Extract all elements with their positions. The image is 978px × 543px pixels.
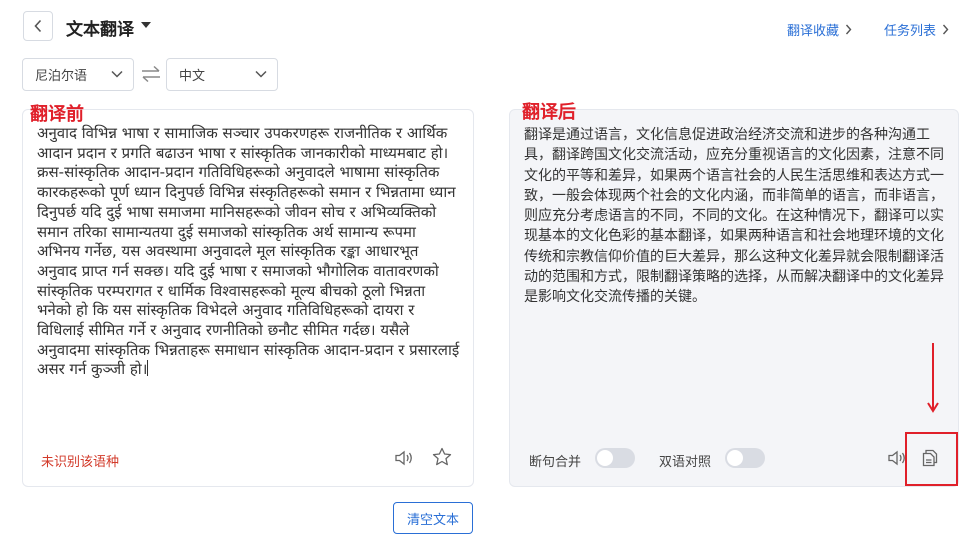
before-translation-annotation: 翻译前: [30, 104, 84, 125]
task-list-link[interactable]: 任务列表: [884, 20, 949, 39]
red-arrow-annotation: [927, 343, 939, 413]
chevron-right-icon: [845, 24, 852, 35]
target-language-select[interactable]: 中文: [166, 58, 278, 91]
favorites-link[interactable]: 翻译收藏: [787, 20, 852, 39]
swap-languages-icon[interactable]: [140, 65, 162, 83]
chevron-right-icon: [942, 24, 949, 35]
favorites-link-label: 翻译收藏: [787, 24, 840, 39]
sentence-merge-toggle[interactable]: [595, 448, 635, 468]
chevron-down-icon: [111, 70, 123, 78]
bilingual-compare-label: 双语对照: [659, 455, 712, 470]
text-cursor: [147, 360, 149, 377]
caret-down-icon[interactable]: [140, 21, 152, 29]
star-icon[interactable]: [431, 446, 453, 468]
source-text-panel[interactable]: अनुवाद विभिन्न भाषा र सामाजिक सञ्चार उपक…: [22, 109, 474, 487]
source-language-value: 尼泊尔语: [35, 69, 88, 84]
after-translation-annotation: 翻译后: [522, 102, 576, 123]
clear-text-button[interactable]: 清空文本: [393, 502, 473, 534]
language-unrecognized-notice: 未识别该语种: [41, 455, 120, 470]
task-list-link-label: 任务列表: [884, 24, 937, 39]
chevron-left-icon: [34, 19, 42, 33]
source-text-area[interactable]: अनुवाद विभिन्न भाषा र सामाजिक सञ्चार उपक…: [37, 124, 461, 380]
bilingual-compare-toggle[interactable]: [725, 448, 765, 468]
translated-text: 翻译是通过语言，文化信息促进政治经济交流和进步的各种沟通工具，翻译跨国文化交流活…: [524, 127, 944, 306]
target-language-value: 中文: [179, 69, 206, 84]
page-title: 文本翻译: [66, 20, 134, 40]
source-language-select[interactable]: 尼泊尔语: [22, 58, 134, 91]
copy-highlight-annotation: [905, 432, 958, 486]
speaker-icon[interactable]: [393, 447, 415, 469]
chevron-down-icon: [255, 70, 267, 78]
target-text-panel: 翻译是通过语言，文化信息促进政治经济交流和进步的各种沟通工具，翻译跨国文化交流活…: [509, 109, 959, 487]
sentence-merge-label: 断句合并: [529, 455, 582, 470]
source-text: अनुवाद विभिन्न भाषा र सामाजिक सञ्चार उपक…: [37, 124, 460, 379]
back-button[interactable]: [23, 11, 53, 41]
